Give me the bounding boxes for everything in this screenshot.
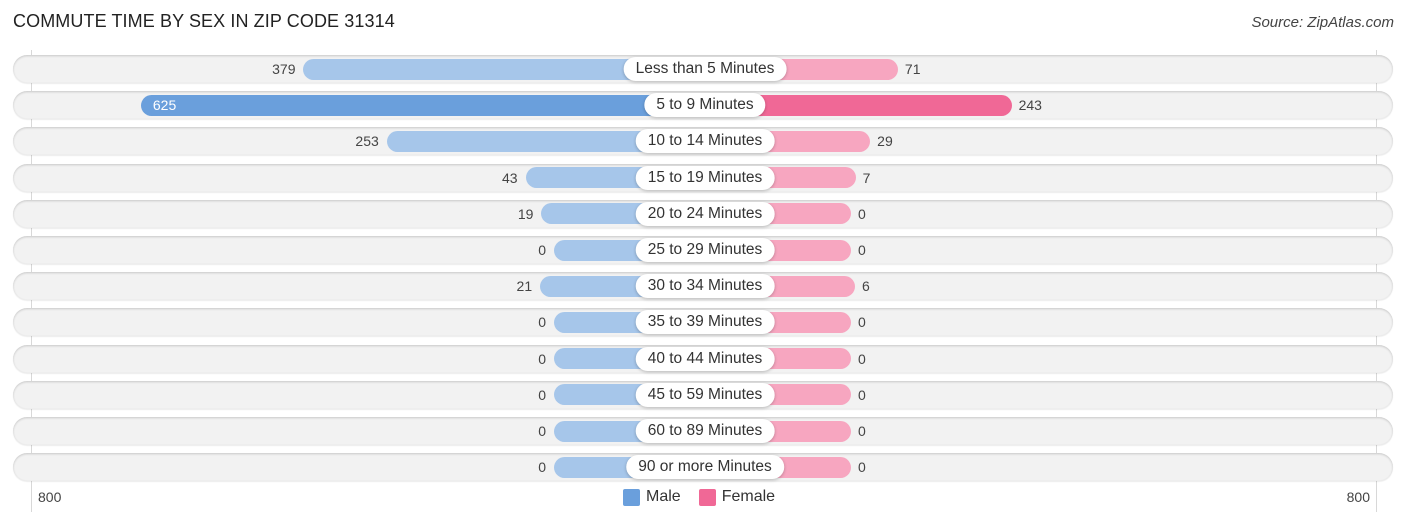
value-label-male: 0: [538, 314, 546, 331]
value-label-female: 29: [877, 133, 893, 150]
legend-label-female: Female: [721, 488, 776, 505]
category-label: Less than 5 Minutes: [623, 57, 787, 81]
source-label: Source: ZipAtlas.com: [1251, 14, 1394, 31]
value-label-male: 0: [538, 459, 546, 476]
value-label-female: 0: [858, 386, 866, 403]
legend-item-female[interactable]: Female: [698, 488, 776, 506]
value-label-male: 0: [538, 242, 546, 258]
chart-title: COMMUTE TIME BY SEX IN ZIP CODE 31314: [13, 11, 395, 31]
value-label-female: 0: [858, 423, 866, 439]
category-label: 25 to 29 Minutes: [635, 238, 775, 262]
bar-male[interactable]: [140, 94, 725, 116]
category-label: 30 to 34 Minutes: [635, 274, 775, 299]
value-label-female: 0: [858, 350, 866, 367]
value-label-male: 43: [502, 169, 518, 186]
legend-label-male: Male: [646, 488, 681, 505]
value-label-male: 253: [355, 133, 379, 150]
legend: Male Female: [623, 488, 793, 506]
value-label-male: 379: [272, 61, 296, 77]
value-label-female: 7: [862, 169, 871, 186]
category-label: 5 to 9 Minutes: [644, 93, 766, 118]
value-label-female: 0: [858, 205, 866, 222]
category-label: 35 to 39 Minutes: [635, 310, 775, 335]
value-label-female: 71: [904, 61, 921, 77]
value-label-male: 0: [538, 350, 546, 367]
legend-swatch-female: [698, 488, 716, 506]
category-label: 45 to 59 Minutes: [635, 382, 775, 407]
value-label-female: 0: [858, 242, 866, 258]
value-label-male: 625: [152, 97, 177, 114]
right-axis-tick: 800: [1346, 489, 1370, 505]
category-label: 90 or more Minutes: [626, 455, 784, 480]
category-label: 10 to 14 Minutes: [635, 129, 775, 154]
value-label-female: 243: [1018, 97, 1042, 114]
category-label: 15 to 19 Minutes: [635, 165, 775, 190]
value-label-male: 0: [538, 386, 546, 403]
category-label: 60 to 89 Minutes: [635, 419, 775, 443]
value-label-male: 19: [517, 205, 534, 222]
value-label-male: 21: [516, 278, 533, 295]
value-label-female: 6: [861, 278, 870, 295]
value-label-female: 0: [858, 459, 866, 476]
value-label-male: 0: [538, 423, 546, 439]
category-label: 20 to 24 Minutes: [635, 201, 775, 226]
legend-swatch-male: [623, 488, 640, 506]
legend-item-male[interactable]: Male: [623, 488, 681, 506]
left-axis-tick: 800: [38, 489, 62, 505]
category-label: 40 to 44 Minutes: [635, 346, 775, 371]
value-label-female: 0: [858, 314, 866, 331]
